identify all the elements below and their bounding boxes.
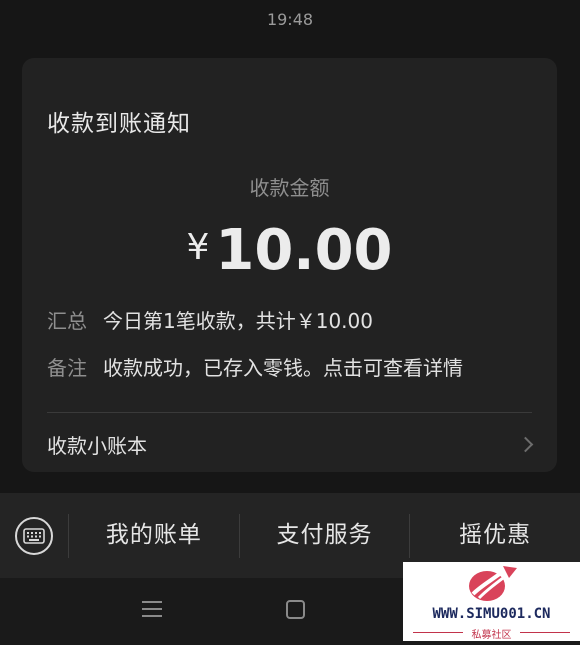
summary-key: 汇总 [47,309,87,333]
ledger-label: 收款小账本 [47,434,147,458]
card-title: 收款到账通知 [47,111,191,137]
ledger-link[interactable]: 收款小账本 [47,430,535,459]
watermark-text: WWW.SIMU001.CN [432,606,551,622]
nav-home-icon[interactable] [286,600,305,619]
notification-card[interactable]: 收款到账通知 收款金额 ¥10.00 汇总 今日第1笔收款，共计￥10.00 备注… [22,58,557,472]
note-key: 备注 [47,356,87,380]
menu-payment-services[interactable]: 支付服务 [240,493,410,578]
chevron-right-icon [517,436,534,453]
amount-display: ¥10.00 [22,218,557,283]
nav-menu-icon[interactable] [142,601,162,618]
divider [47,412,532,413]
watermark: WWW.SIMU001.CN 私募社区 [403,562,580,641]
summary-value: 今日第1笔收款，共计￥10.00 [103,309,373,333]
note-value: 收款成功，已存入零钱。点击可查看详情 [103,356,463,380]
watermark-logo-icon [469,566,517,601]
keyboard-button[interactable] [0,493,68,578]
summary-row: 汇总 今日第1笔收款，共计￥10.00 [47,305,373,334]
watermark-line [520,632,570,633]
amount-label: 收款金额 [249,176,330,200]
note-row: 备注 收款成功，已存入零钱。点击可查看详情 [47,352,463,381]
watermark-subtext: 私募社区 [471,630,512,641]
amount-value: 10.00 [215,218,393,283]
currency-symbol: ¥ [186,227,210,268]
menu-my-bills[interactable]: 我的账单 [69,493,239,578]
status-time: 19:48 [266,10,314,29]
keyboard-icon [15,516,53,555]
